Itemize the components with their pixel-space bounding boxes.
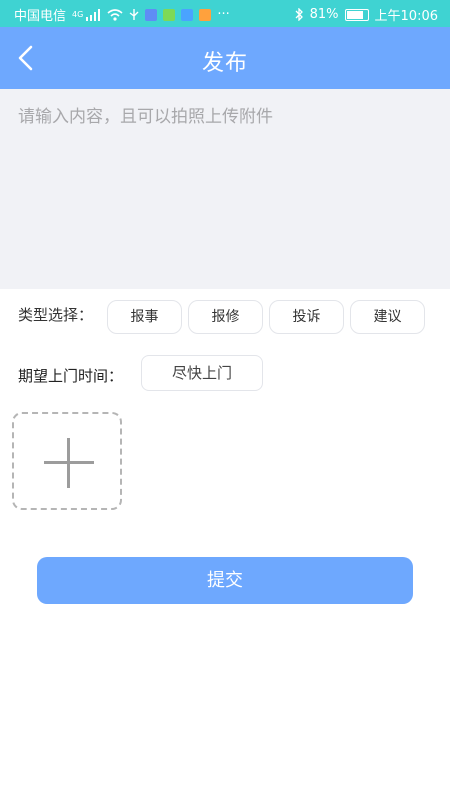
battery-icon [344, 8, 369, 21]
more-notifications: ··· [217, 7, 230, 22]
type-option-report[interactable]: 报事 [107, 300, 182, 334]
content-input-area [0, 89, 450, 289]
type-select-row: 类型选择： 报事 报修 投诉 建议 [18, 300, 438, 334]
status-bar: 中国电信 4G ··· 81% 上午10:06 [0, 0, 450, 27]
status-right: 81% 上午10:06 [294, 5, 438, 24]
signal-icon [86, 8, 101, 21]
wifi-icon [107, 8, 123, 21]
content-input[interactable] [0, 89, 450, 289]
network-type: 4G [72, 10, 84, 19]
bluetooth-icon [295, 8, 303, 21]
usb-icon [129, 9, 139, 20]
visit-time-row: 期望上门时间： 尽快上门 [18, 355, 438, 391]
app-icon-2 [163, 8, 176, 21]
type-option-suggestion[interactable]: 建议 [350, 300, 425, 334]
app-icon-4 [199, 8, 212, 21]
carrier-name: 中国电信 [14, 9, 67, 24]
submit-button[interactable]: 提交 [37, 557, 413, 604]
type-option-complaint[interactable]: 投诉 [269, 300, 344, 334]
visit-time-select[interactable]: 尽快上门 [141, 355, 263, 391]
clock-time: 上午10:06 [374, 9, 438, 24]
page-title: 发布 [201, 51, 248, 76]
app-icon-3 [181, 8, 194, 21]
type-option-repair[interactable]: 报修 [188, 300, 263, 334]
visit-time-label: 期望上门时间： [18, 367, 124, 385]
nav-bar: 发布 [0, 27, 450, 89]
add-photo-button[interactable] [12, 412, 122, 510]
status-left: 中国电信 4G ··· [14, 5, 230, 24]
app-icon-1 [145, 8, 158, 21]
type-select-label: 类型选择： [18, 306, 94, 324]
battery-percent: 81% [309, 7, 339, 22]
